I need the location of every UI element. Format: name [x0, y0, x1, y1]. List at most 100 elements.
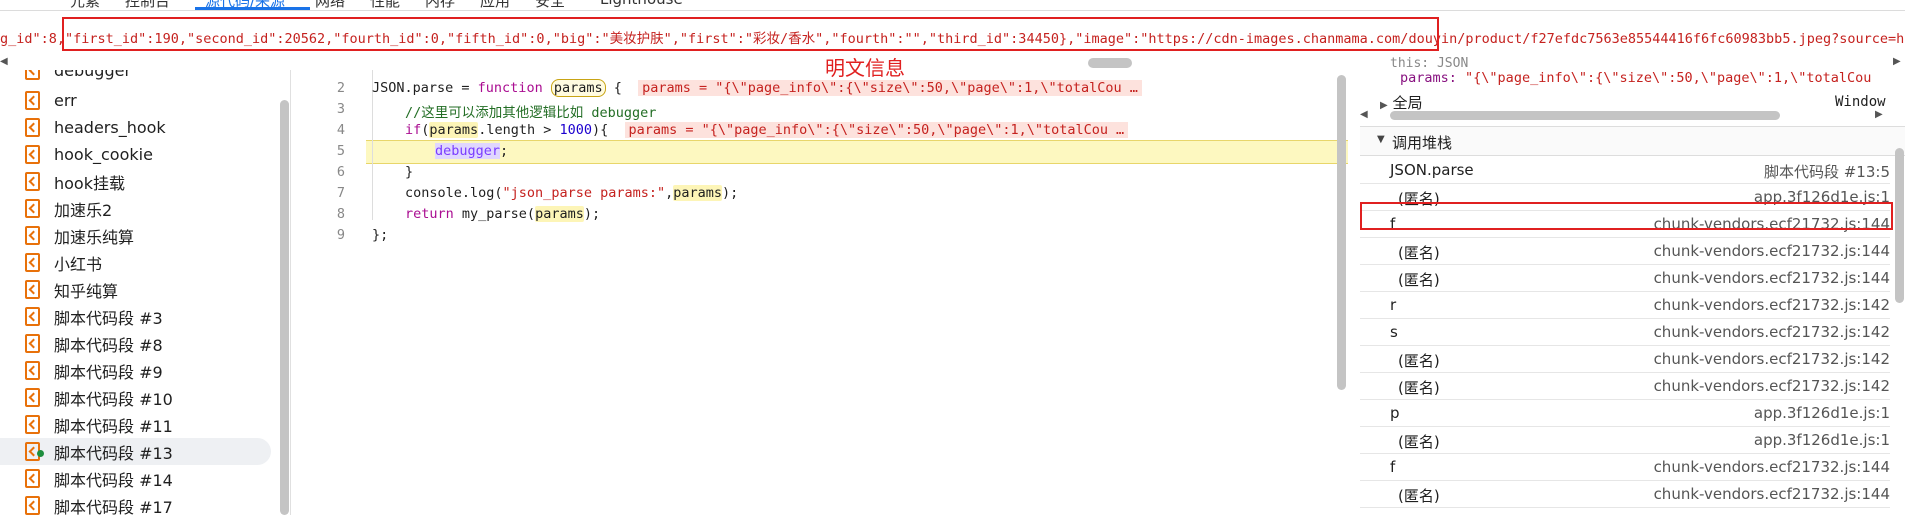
line-number[interactable]: 4 [300, 122, 345, 138]
frame-location: app.3f126d1e.js:1 [1753, 404, 1890, 422]
file-item-snippet-3[interactable]: 脚本代码段 #3 [25, 303, 163, 330]
file-item-snippet-13[interactable]: 脚本代码段 #13 [0, 438, 271, 465]
file-item-snippet-10[interactable]: 脚本代码段 #10 [25, 384, 173, 411]
inline-value-params: params = "{\"page_info\":{\"size\":50,\"… [624, 122, 1113, 138]
scope-global-row[interactable]: ▶ 全局 [1380, 92, 1423, 113]
line-number[interactable]: 5 [300, 143, 345, 159]
tab-elements[interactable]: 元素 [70, 0, 100, 10]
file-icon [25, 388, 40, 407]
file-icon [25, 199, 40, 218]
file-tree-scrollbar[interactable] [280, 100, 289, 515]
code-line-4: if(params.length > 1000){ params = "{\"p… [405, 122, 1129, 138]
collapse-triangle-icon: ▼ [1377, 134, 1385, 145]
call-frame[interactable]: (匿名) chunk-vendors.ecf21732.js:142 [1360, 372, 1890, 400]
scroll-right-icon[interactable]: ▶ [1875, 109, 1883, 120]
file-item-zhihu[interactable]: 知乎纯算 [25, 276, 118, 303]
tab-lighthouse[interactable]: Lighthouse [600, 0, 683, 8]
file-icon [25, 91, 40, 110]
line-number[interactable]: 6 [300, 164, 345, 180]
frame-name: s [1390, 323, 1398, 341]
tooltip-horizontal-scrollbar[interactable] [1088, 58, 1132, 68]
call-frame[interactable]: f chunk-vendors.ecf21732.js:144 [1360, 453, 1890, 481]
file-item-snippet-17[interactable]: 脚本代码段 #17 [25, 492, 173, 515]
frame-name: (匿名) [1398, 487, 1440, 505]
call-frame[interactable]: JSON.parse 脚本代码段 #13:5 [1360, 156, 1890, 184]
file-icon [25, 361, 40, 380]
line-number[interactable]: 8 [300, 206, 345, 222]
log-string: "json_parse params:" [502, 185, 666, 201]
code-vertical-scrollbar[interactable] [1337, 75, 1346, 390]
active-tab-indicator [195, 7, 310, 10]
call-frame[interactable]: (匿名) chunk-vendors.ecf21732.js:144 [1360, 264, 1890, 292]
scope-this-label: this: JSON [1390, 56, 1469, 71]
file-name: hook挂载 [54, 173, 125, 193]
frame-name: (匿名) [1398, 433, 1440, 451]
file-icon [25, 469, 40, 488]
frame-location: chunk-vendors.ecf21732.js:142 [1653, 296, 1890, 314]
call-frame[interactable]: p app.3f126d1e.js:1 [1360, 399, 1890, 427]
inline-value-params: params = "{\"page_info\":{\"size\":50,\"… [638, 80, 1126, 96]
code-line-6: } [405, 164, 414, 180]
file-item-hook-cookie[interactable]: hook_cookie [25, 141, 153, 168]
file-item-err[interactable]: err [25, 87, 77, 114]
frame-name: JSON.parse [1390, 161, 1474, 179]
scope-params-row[interactable]: params: "{\"page_info\":{\"size\":50,\"p… [1400, 70, 1871, 86]
call-frame[interactable]: (匿名) chunk-vendors.ecf21732.js:142 [1360, 345, 1890, 373]
file-item-snippet-14[interactable]: 脚本代码段 #14 [25, 465, 173, 492]
tab-security[interactable]: 安全 [535, 0, 565, 10]
scroll-left-icon[interactable]: ◀ [1360, 109, 1368, 120]
call-stack-scrollbar[interactable] [1895, 148, 1904, 303]
file-name: 脚本代码段 #3 [54, 308, 163, 328]
file-item-xhs[interactable]: 小红书 [25, 249, 102, 276]
frame-name: f [1390, 458, 1396, 476]
tab-memory[interactable]: 内存 [425, 0, 455, 10]
file-item-jsl2[interactable]: 加速乐2 [25, 195, 112, 222]
file-item-debugger[interactable]: debugger [25, 70, 131, 84]
file-name: hook_cookie [54, 145, 153, 164]
tab-network[interactable]: 网络 [315, 0, 345, 10]
frame-name: r [1390, 296, 1397, 314]
file-icon [25, 496, 40, 515]
file-icon [25, 226, 40, 245]
file-icon [25, 145, 40, 164]
call-frame[interactable]: s chunk-vendors.ecf21732.js:142 [1360, 318, 1890, 346]
expand-triangle-icon: ▶ [1380, 100, 1388, 111]
number-literal: 1000 [559, 122, 592, 138]
file-item-headers-hook[interactable]: headers_hook [25, 114, 166, 141]
file-item-snippet-9[interactable]: 脚本代码段 #9 [25, 357, 163, 384]
file-item-jsl-pure[interactable]: 加速乐纯算 [25, 222, 134, 249]
scope-global-value: Window [1835, 94, 1886, 110]
paused-line-highlight [366, 140, 1348, 164]
file-icon [25, 415, 40, 434]
code-line-5: debugger; [435, 143, 509, 159]
tab-console[interactable]: 控制台 [125, 0, 170, 10]
frame-location: chunk-vendors.ecf21732.js:144 [1653, 242, 1890, 260]
highlight-box-anonymous-frame [1360, 202, 1893, 230]
code-line-8: return my_parse(params); [405, 206, 601, 222]
call-stack-title: 调用堆栈 [1392, 134, 1453, 152]
tab-performance[interactable]: 性能 [370, 0, 400, 10]
highlight-box-plaintext [62, 17, 1439, 51]
file-icon [25, 280, 40, 299]
scroll-left-icon[interactable]: ◀ [0, 56, 8, 67]
line-number[interactable]: 9 [300, 227, 345, 243]
frame-name: (匿名) [1398, 352, 1440, 370]
file-name: debugger [54, 70, 132, 80]
file-item-hook-mount[interactable]: hook挂载 [25, 168, 125, 195]
line-number[interactable]: 2 [300, 80, 345, 96]
frame-location: chunk-vendors.ecf21732.js:142 [1653, 323, 1890, 341]
line-number[interactable]: 3 [300, 101, 345, 117]
call-frame[interactable]: (匿名) chunk-vendors.ecf21732.js:144 [1360, 480, 1890, 508]
call-stack-header[interactable]: ▼ 调用堆栈 [1360, 126, 1905, 156]
code-line-3: //这里可以添加其他逻辑比如 debugger [405, 101, 656, 121]
call-frame[interactable]: (匿名) app.3f126d1e.js:1 [1360, 426, 1890, 454]
tooltip-prefix: g_id":8, [0, 31, 66, 47]
file-item-snippet-11[interactable]: 脚本代码段 #11 [25, 411, 173, 438]
code-editor[interactable]: 2 3 4 5 6 7 8 9 JSON.parse = function pa… [300, 70, 1348, 515]
scope-horizontal-scrollbar[interactable] [1390, 111, 1780, 120]
call-frame[interactable]: r chunk-vendors.ecf21732.js:142 [1360, 291, 1890, 319]
tab-application[interactable]: 应用 [480, 0, 510, 10]
file-item-snippet-8[interactable]: 脚本代码段 #8 [25, 330, 163, 357]
line-number[interactable]: 7 [300, 185, 345, 201]
call-frame[interactable]: (匿名) chunk-vendors.ecf21732.js:144 [1360, 237, 1890, 265]
